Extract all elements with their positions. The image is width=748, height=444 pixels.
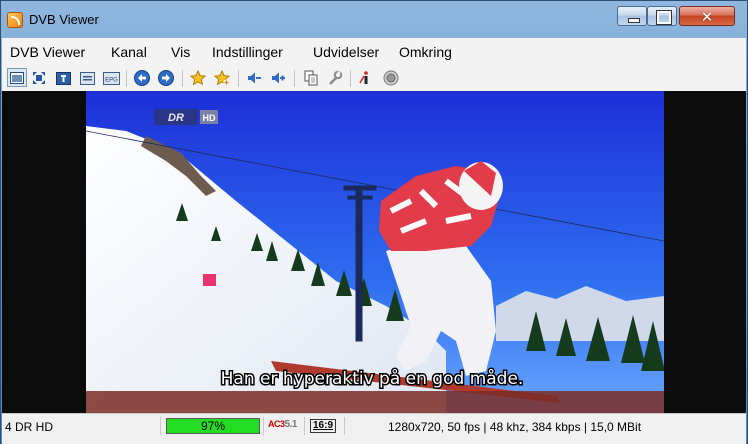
copy-button[interactable] <box>302 69 320 87</box>
volume-down-button[interactable] <box>245 69 263 87</box>
status-divider <box>344 417 345 435</box>
channel-name: 4 DR HD <box>5 420 54 434</box>
channel-logo-hd-badge: HD <box>203 113 216 123</box>
record-icon <box>383 70 399 86</box>
menu-dvbviewer[interactable]: DVB Viewer <box>10 44 85 60</box>
osd-icon <box>79 71 95 85</box>
settings-button[interactable] <box>326 69 344 87</box>
app-window: DVB Viewer ✕ DVB Viewer Kanal Vis Indsti… <box>0 0 748 444</box>
info-button[interactable] <box>357 69 375 87</box>
menu-kanal[interactable]: Kanal <box>111 44 147 60</box>
fullscreen-icon <box>33 72 45 84</box>
minimize-button[interactable] <box>617 6 647 26</box>
window-mode-button[interactable] <box>7 68 27 87</box>
toolbar-separator <box>182 70 183 87</box>
forward-arrow-icon <box>158 70 174 86</box>
back-button[interactable] <box>133 69 151 87</box>
volume-up-icon <box>272 72 285 84</box>
add-favorite-button[interactable] <box>213 69 231 87</box>
video-panel[interactable]: DR HD Han er hyperaktiv på en god måde. <box>2 91 746 413</box>
close-button[interactable]: ✕ <box>679 6 735 26</box>
menu-indstillinger[interactable]: Indstillinger <box>212 44 283 60</box>
menu-omkring[interactable]: Omkring <box>399 44 452 60</box>
app-logo-icon[interactable] <box>7 12 23 28</box>
audio-format-badge: AC35.1 <box>268 419 297 430</box>
status-bar: 4 DR HD 97% AC35.1 16:9 1280x720, 50 fps… <box>2 413 746 444</box>
stream-info: 1280x720, 50 fps | 48 khz, 384 kbps | 15… <box>388 420 642 434</box>
fullscreen-button[interactable] <box>30 69 48 87</box>
close-icon: ✕ <box>700 9 714 26</box>
record-button[interactable] <box>382 69 400 87</box>
status-divider <box>263 417 264 435</box>
forward-button[interactable] <box>157 69 175 87</box>
teletext-button[interactable] <box>54 69 72 87</box>
menu-vis[interactable]: Vis <box>171 44 190 60</box>
window-title: DVB Viewer <box>29 12 99 27</box>
volume-up-button[interactable] <box>269 69 287 87</box>
window-mode-icon <box>10 71 24 84</box>
favorites-star-icon <box>190 70 206 86</box>
minimize-icon <box>628 18 640 23</box>
epg-button[interactable]: EPG <box>102 69 120 87</box>
audio-format-label: AC3 <box>268 419 285 429</box>
toolbar-separator <box>126 70 127 87</box>
status-divider <box>160 417 161 435</box>
toolbar-separator <box>238 70 239 87</box>
audio-channels-label: 5.1 <box>284 419 298 430</box>
info-icon <box>359 71 368 84</box>
add-favorite-star-icon <box>214 70 230 86</box>
back-arrow-icon <box>134 70 150 86</box>
toolbar-separator <box>350 70 351 87</box>
aspect-ratio-badge: 16:9 <box>310 419 337 433</box>
signal-strength-bar: 97% <box>166 418 260 434</box>
toolbar: EPG <box>2 66 746 91</box>
signal-strength-value: 97% <box>200 419 226 433</box>
volume-down-icon <box>248 72 261 84</box>
menu-bar: DVB Viewer Kanal Vis Indstillinger Udvid… <box>2 38 746 67</box>
video-frame[interactable]: DR HD Han er hyperaktiv på en god måde. <box>86 91 664 413</box>
copy-icon <box>304 70 318 86</box>
menu-udvidelser[interactable]: Udvidelser <box>313 44 379 60</box>
status-divider <box>304 417 305 435</box>
teletext-icon <box>55 71 71 85</box>
maximize-icon <box>656 10 672 25</box>
epg-icon-label: EPG <box>105 77 118 83</box>
settings-wrench-icon <box>329 70 343 85</box>
maximize-button[interactable] <box>647 6 677 26</box>
channel-logo: DR <box>168 112 184 124</box>
osd-button[interactable] <box>78 69 96 87</box>
toolbar-separator <box>294 70 295 87</box>
favorites-button[interactable] <box>189 69 207 87</box>
subtitle-text: Han er hyperaktiv på en god måde. <box>221 368 524 389</box>
epg-icon: EPG <box>102 71 120 85</box>
title-bar[interactable]: DVB Viewer ✕ <box>1 1 747 37</box>
ski-scene-image: DR HD Han er hyperaktiv på en god måde. <box>86 91 664 413</box>
